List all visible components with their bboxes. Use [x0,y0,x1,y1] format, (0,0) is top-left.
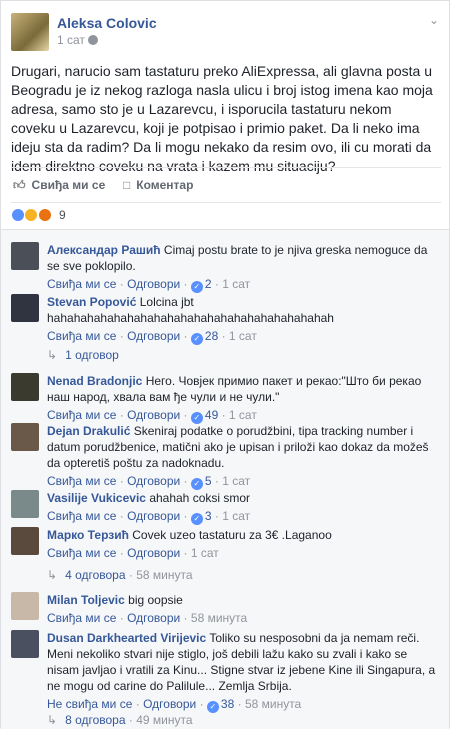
commenter-avatar[interactable] [11,630,39,658]
commenter-name[interactable]: Vasilije Vukicevic [47,491,146,505]
reply-arrow-icon: ↳ [47,568,58,582]
commenter-name[interactable]: Nenad Bradonjic [47,374,142,388]
like-count[interactable]: 49 [205,408,218,422]
like-count[interactable]: 2 [205,277,212,291]
comment-text: Covek uzeo tastaturu za 3€ .Laganoo [132,528,332,542]
comment-reply-link[interactable]: Одговори [127,546,180,560]
like-count[interactable]: 38 [221,697,234,711]
chevron-down-icon[interactable]: ⌄ [429,13,439,27]
like-button[interactable]: 👍︎ Свиђа ми се [13,178,105,193]
post-text: Drugari, narucio sam tastaturu preko Ali… [11,63,433,174]
globe-icon [87,35,98,45]
post-header: Aleksa Colovic 1 сат ⌄ [11,13,441,53]
commenter-name[interactable]: Александар Рашић [47,243,161,257]
comment-time[interactable]: 1 сат [222,509,250,523]
like-count-icon: ✓ [206,701,219,713]
reply-arrow-icon: ↳ [47,713,58,727]
comment-like-link[interactable]: Свиђа ми се [47,277,116,291]
comments-section: Александар Рашић Cimaj postu brate to je… [1,229,449,729]
view-replies-link[interactable]: ↳ 1 одговор [47,348,119,362]
commenter-avatar[interactable] [11,423,39,451]
replies-time: 49 минута [136,713,193,727]
comment-like-link[interactable]: Свиђа ми се [47,509,116,523]
comment-time[interactable]: 1 сат [222,474,250,488]
comment-time[interactable]: 1 сат [191,546,219,560]
commenter-avatar[interactable] [11,527,39,555]
comment-time[interactable]: 1 сат [229,329,257,343]
comment-reply-link[interactable]: Одговори [127,408,180,422]
reply-arrow-icon: ↳ [47,348,58,362]
comment-like-link[interactable]: Свиђа ми се [47,408,116,422]
view-replies-link[interactable]: ↳ 8 одговора · 49 минута [47,713,193,727]
comment-text: ahahah coksi smor [149,491,251,505]
comment-time[interactable]: 58 минута [245,697,301,711]
comment-meta: Свиђа ми се · Одговори · ✓ 2 · 1 сат [47,277,251,293]
like-count[interactable]: 5 [205,474,212,488]
like-count-icon: ✓ [190,513,203,525]
reaction-summary[interactable]: 9 [11,207,66,225]
commenter-avatar[interactable] [11,490,39,518]
commenter-name[interactable]: Dejan Drakulić [47,424,130,438]
comment-reply-link[interactable]: Одговори [127,277,180,291]
thumbs-up-icon: 👍︎ [13,178,26,192]
angry-reaction-icon [37,207,52,222]
commenter-name[interactable]: Марко Терзић [47,528,129,542]
commenter-name[interactable]: Milan Toljevic [47,593,125,607]
comment-meta: Свиђа ми се · Одговори · 58 минута [47,611,248,625]
comment-button[interactable]: □ Коментар [123,178,193,192]
view-replies-link[interactable]: ↳ 4 одговора · 58 минута [47,568,193,582]
like-count[interactable]: 3 [205,509,212,523]
comment-time[interactable]: 1 сат [229,408,257,422]
comment-meta: Свиђа ми се · Одговори · ✓ 28 · 1 сат [47,329,257,345]
comment-like-link[interactable]: Не свиђа ми се [47,697,132,711]
commenter-name[interactable]: Dusan Darkhearted Virijevic [47,631,206,645]
comment-time[interactable]: 1 сат [222,277,250,291]
comment-like-link[interactable]: Свиђа ми се [47,474,116,488]
like-count-icon: ✓ [190,281,203,293]
post-card: Aleksa Colovic 1 сат ⌄ Drugari, narucio … [0,0,450,729]
commenter-avatar[interactable] [11,592,39,620]
comment-meta: Свиђа ми се · Одговори · 1 сат [47,546,219,560]
reaction-count: 9 [59,207,66,222]
commenter-avatar[interactable] [11,242,39,270]
comment-reply-link[interactable]: Одговори [127,509,180,523]
like-count-icon: ✓ [190,333,203,345]
like-reaction-icon [11,207,25,222]
speech-bubble-icon: □ [123,178,131,192]
comment-text: big oopsie [128,593,183,607]
commenter-name[interactable]: Stevan Popović [47,295,136,309]
sad-reaction-icon [24,207,39,222]
like-count-icon: ✓ [190,478,203,490]
author-avatar[interactable] [11,13,49,51]
comment-reply-link[interactable]: Одговори [127,329,180,343]
comment-reply-link[interactable]: Одговори [143,697,196,711]
replies-time: 58 минута [136,568,193,582]
comment-like-link[interactable]: Свиђа ми се [47,546,116,560]
comment-meta: Свиђа ми се · Одговори · ✓ 3 · 1 сат [47,509,251,525]
commenter-avatar[interactable] [11,294,39,322]
comment-like-link[interactable]: Свиђа ми се [47,611,116,625]
commenter-avatar[interactable] [11,373,39,401]
comment-reply-link[interactable]: Одговори [127,611,180,625]
like-count[interactable]: 28 [205,329,218,343]
comment-meta: Свиђа ми се · Одговори · ✓ 5 · 1 сат [47,474,251,490]
comment-meta: Свиђа ми се · Одговори · ✓ 49 · 1 сат [47,408,257,424]
comment-meta: Не свиђа ми се · Одговори · ✓ 38 · 58 мин… [47,697,302,713]
post-action-bar: 👍︎ Свиђа ми се □ Коментар [11,167,441,203]
comment-reply-link[interactable]: Одговори [127,474,180,488]
comment-like-link[interactable]: Свиђа ми се [47,329,116,343]
post-timestamp[interactable]: 1 сат [57,33,98,47]
comment-time[interactable]: 58 минута [191,611,247,625]
post-author[interactable]: Aleksa Colovic [57,15,157,31]
